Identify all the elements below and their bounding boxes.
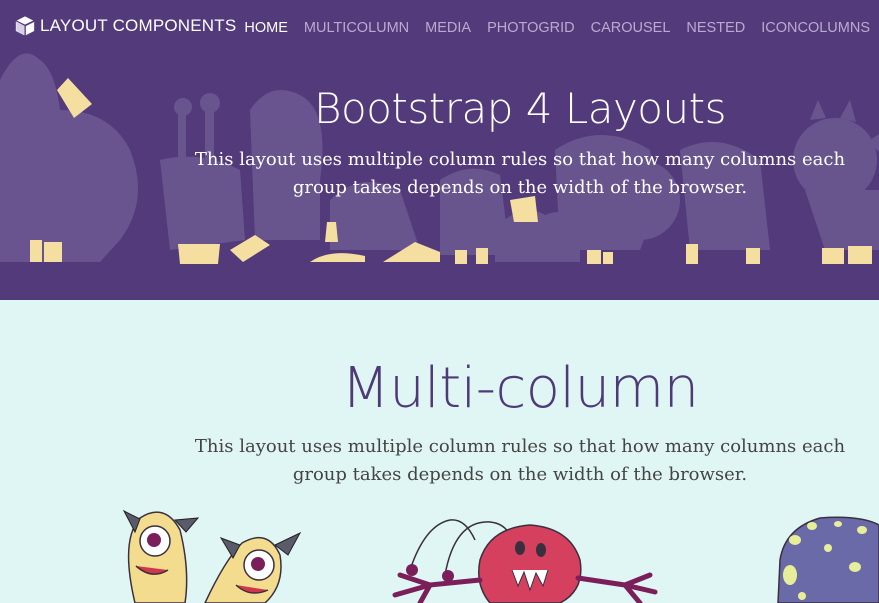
purple-monster [777, 516, 879, 603]
nav-menu: HOME MULTICOLUMN MEDIA PHOTOGRID CAROUSE… [244, 20, 870, 36]
nav-item-nested[interactable]: NESTED [686, 20, 745, 36]
nav-item-photogrid[interactable]: PHOTOGRID [487, 20, 575, 36]
nav-item-carousel[interactable]: CAROUSEL [591, 20, 671, 36]
pink-monster [392, 519, 658, 603]
nav-item-media[interactable]: MEDIA [425, 20, 471, 36]
hero-lead: This layout uses multiple column rules s… [194, 149, 846, 198]
brand-label: LAYOUT COMPONENTS [40, 16, 237, 35]
yellow-monster-left [122, 509, 200, 603]
nav-item-iconcolumns[interactable]: ICONCOLUMNS [761, 20, 870, 36]
hero-title: Bootstrap 4 Layouts [314, 84, 726, 133]
monster-illustrations [122, 509, 879, 603]
yellow-monster-right [204, 531, 302, 603]
nav-item-multicolumn[interactable]: MULTICOLUMN [304, 20, 409, 36]
nav-item-home[interactable]: HOME [244, 20, 288, 36]
cube-icon [15, 16, 35, 36]
navbar: LAYOUT COMPONENTS HOME MULTICOLUMN MEDIA… [0, 0, 879, 56]
section-lead: This layout uses multiple column rules s… [194, 436, 846, 485]
hero-banner: LAYOUT COMPONENTS HOME MULTICOLUMN MEDIA… [0, 0, 879, 300]
brand-link[interactable]: LAYOUT COMPONENTS [14, 14, 236, 38]
section-title: Multi-column [341, 356, 699, 421]
